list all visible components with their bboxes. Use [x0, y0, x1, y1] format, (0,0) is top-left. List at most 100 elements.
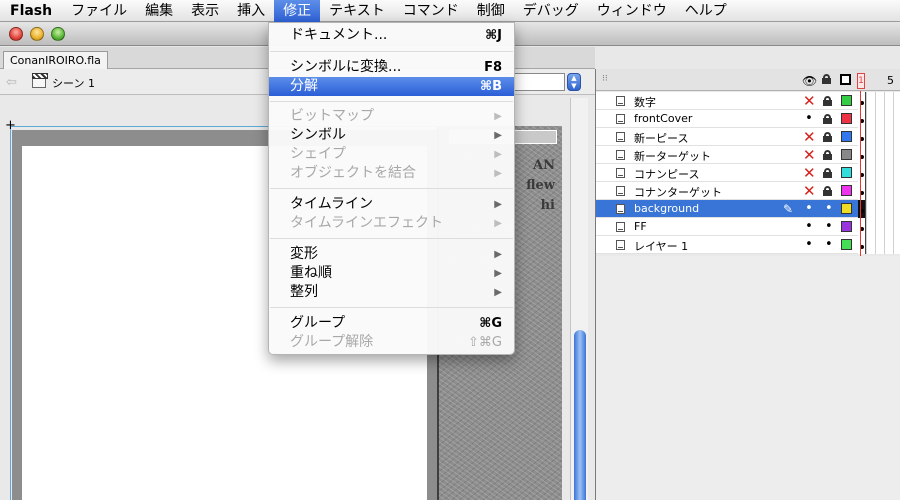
back-arrow-icon[interactable]: ⇦: [6, 75, 17, 90]
layer-name[interactable]: 新ーターゲット: [634, 148, 711, 164]
unlocked-dot-icon[interactable]: •: [825, 200, 833, 218]
submenu-arrow-icon: ▶: [494, 199, 502, 210]
playhead[interactable]: [860, 91, 861, 256]
menu-item-convert-to-symbol[interactable]: シンボルに変換... F8: [269, 58, 514, 77]
lock-icon[interactable]: [823, 186, 832, 196]
layer-color-box[interactable]: [841, 185, 852, 196]
unlocked-dot-icon[interactable]: •: [825, 218, 833, 236]
layer-name[interactable]: background: [634, 202, 699, 215]
menu-item-timeline-effects[interactable]: タイムラインエフェクト ▶: [269, 214, 514, 233]
frame-number-5: 5: [887, 74, 894, 87]
submenu-arrow-icon: ▶: [494, 111, 502, 122]
timeline-header: ⁝⁝ 👁 1 5: [596, 69, 900, 91]
layer-color-box[interactable]: [841, 167, 852, 178]
layer-row[interactable]: コナンターゲット ✕: [596, 182, 900, 200]
menu-separator: [270, 101, 513, 102]
menu-item-document[interactable]: ドキュメント... ⌘J: [269, 26, 514, 45]
layer-icon: [616, 150, 625, 160]
menu-item-ungroup[interactable]: グループ解除 ⇧⌘G: [269, 333, 514, 352]
document-tab[interactable]: ConanIROIRO.fla: [3, 51, 108, 69]
minimize-window-icon[interactable]: [30, 27, 44, 41]
menu-debug[interactable]: デバッグ: [514, 0, 588, 22]
layer-icon: [616, 186, 625, 196]
stage-vertical-scrollbar[interactable]: [570, 98, 588, 500]
panel-grip-icon[interactable]: ⁝⁝: [602, 74, 608, 84]
zoom-window-icon[interactable]: [51, 27, 65, 41]
hidden-x-icon[interactable]: ✕: [803, 164, 816, 182]
layer-color-box[interactable]: [841, 203, 852, 214]
menu-item-break-apart[interactable]: 分解 ⌘B: [269, 77, 514, 96]
layer-icon: [616, 222, 625, 232]
lock-icon[interactable]: [822, 74, 831, 84]
submenu-arrow-icon: ▶: [494, 268, 502, 279]
menu-item-symbol[interactable]: シンボル ▶: [269, 126, 514, 145]
hidden-x-icon[interactable]: ✕: [803, 182, 816, 200]
visible-dot-icon[interactable]: •: [803, 218, 815, 236]
menu-item-group[interactable]: グループ ⌘G: [269, 314, 514, 333]
lock-icon[interactable]: [823, 150, 832, 160]
layer-color-box[interactable]: [841, 149, 852, 160]
layer-name[interactable]: FF: [634, 220, 647, 233]
layer-color-box[interactable]: [841, 239, 852, 250]
layer-row[interactable]: frontCover •: [596, 110, 900, 128]
hidden-x-icon[interactable]: ✕: [803, 128, 816, 146]
outline-icon[interactable]: [840, 74, 851, 85]
lock-icon[interactable]: [823, 96, 832, 106]
visible-dot-icon[interactable]: •: [803, 110, 815, 128]
unlocked-dot-icon[interactable]: •: [825, 236, 833, 254]
frame-number-1[interactable]: 1: [857, 73, 865, 89]
layer-name[interactable]: レイヤー 1: [634, 238, 688, 254]
visible-dot-icon[interactable]: •: [803, 200, 815, 218]
lock-icon[interactable]: [823, 132, 832, 142]
submenu-arrow-icon: ▶: [494, 287, 502, 298]
menu-help[interactable]: ヘルプ: [676, 0, 736, 22]
hidden-x-icon[interactable]: ✕: [803, 146, 816, 164]
menu-text[interactable]: テキスト: [320, 0, 394, 22]
layer-row-selected[interactable]: background ✎ • •: [596, 200, 900, 218]
menu-item-timeline[interactable]: タイムライン ▶: [269, 195, 514, 214]
menu-item-shape[interactable]: シェイプ ▶: [269, 145, 514, 164]
shortcut-label: ⌘B: [480, 79, 502, 94]
menu-window[interactable]: ウィンドウ: [588, 0, 676, 22]
menu-item-arrange[interactable]: 重ね順 ▶: [269, 264, 514, 283]
layer-row[interactable]: レイヤー 1 • •: [596, 236, 900, 254]
menu-item-transform[interactable]: 変形 ▶: [269, 245, 514, 264]
layer-row[interactable]: 数字 ✕: [596, 92, 900, 110]
menu-control[interactable]: 制御: [468, 0, 514, 22]
layer-name[interactable]: frontCover: [634, 112, 692, 125]
scene-clapper-icon: [32, 73, 48, 88]
guide-line-left: [10, 126, 11, 500]
menu-commands[interactable]: コマンド: [394, 0, 468, 22]
menu-item-combine-objects[interactable]: オブジェクトを結合 ▶: [269, 164, 514, 183]
layer-color-box[interactable]: [841, 113, 852, 124]
lock-icon[interactable]: [823, 114, 832, 124]
layer-row[interactable]: コナンピース ✕: [596, 164, 900, 182]
menu-item-bitmap[interactable]: ビットマップ ▶: [269, 107, 514, 126]
menu-modify[interactable]: 修正: [274, 0, 321, 22]
layer-row[interactable]: 新ーピース ✕: [596, 128, 900, 146]
close-window-icon[interactable]: [9, 27, 23, 41]
menu-edit[interactable]: 編集: [136, 0, 182, 22]
layer-name[interactable]: コナンターゲット: [634, 184, 722, 200]
layer-name[interactable]: 数字: [634, 94, 656, 110]
app-menu-flash[interactable]: Flash: [0, 0, 62, 22]
eye-icon[interactable]: 👁: [802, 74, 817, 88]
layer-row[interactable]: 新ーターゲット ✕: [596, 146, 900, 164]
menu-insert[interactable]: 挿入: [228, 0, 274, 22]
layer-color-box[interactable]: [841, 131, 852, 142]
layer-color-box[interactable]: [841, 221, 852, 232]
zoom-stepper[interactable]: ▲ ▼: [567, 73, 581, 91]
layer-name[interactable]: 新ーピース: [634, 130, 688, 146]
hidden-x-icon[interactable]: ✕: [803, 92, 816, 110]
menu-file[interactable]: ファイル: [62, 0, 136, 22]
scrollbar-thumb[interactable]: [574, 330, 586, 500]
layer-name[interactable]: コナンピース: [634, 166, 699, 182]
menu-view[interactable]: 表示: [182, 0, 228, 22]
lock-icon[interactable]: [823, 168, 832, 178]
menu-item-align[interactable]: 整列 ▶: [269, 283, 514, 302]
layer-color-box[interactable]: [841, 95, 852, 106]
scene-label[interactable]: シーン 1: [52, 75, 95, 91]
timeline-empty-area: [596, 256, 900, 500]
layer-row[interactable]: FF • •: [596, 218, 900, 236]
visible-dot-icon[interactable]: •: [803, 236, 815, 254]
